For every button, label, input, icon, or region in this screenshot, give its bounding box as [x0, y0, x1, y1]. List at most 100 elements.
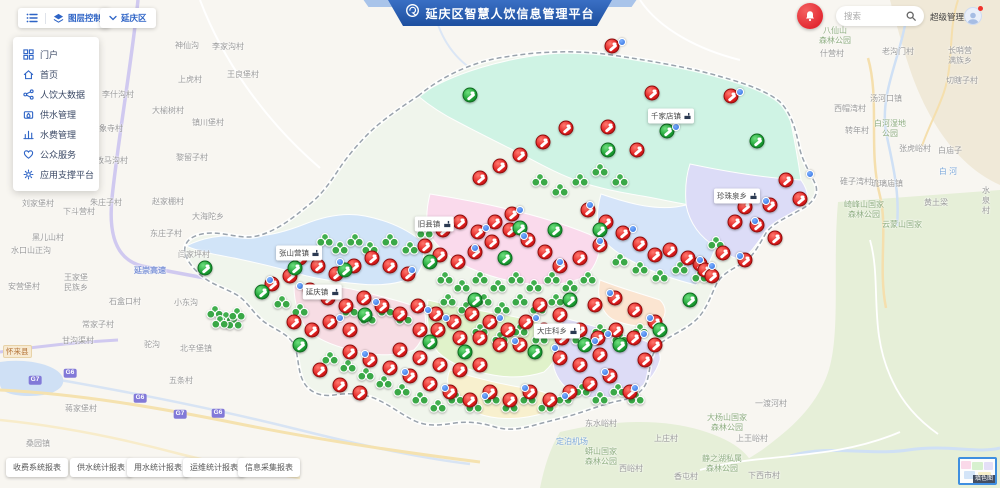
well-marker-red[interactable] [593, 348, 608, 363]
town-label[interactable]: 千家店镇 [648, 109, 694, 124]
well-marker-red[interactable] [538, 245, 553, 260]
device-marker-blue[interactable] [520, 232, 528, 240]
alarm-button[interactable] [797, 3, 823, 29]
well-marker-red[interactable] [638, 353, 653, 368]
village-cluster-marker[interactable] [429, 398, 447, 414]
device-marker-blue[interactable] [736, 252, 744, 260]
village-cluster-marker[interactable] [579, 270, 597, 286]
well-marker-red[interactable] [333, 378, 348, 393]
sidebar-item-5[interactable]: 公众服务 [13, 144, 99, 164]
device-marker-blue[interactable] [424, 306, 432, 314]
device-marker-blue[interactable] [606, 289, 614, 297]
well-marker-red[interactable] [681, 251, 696, 266]
well-marker-red[interactable] [383, 259, 398, 274]
well-marker-red[interactable] [287, 315, 302, 330]
well-marker-red[interactable] [648, 338, 663, 353]
device-marker-blue[interactable] [481, 392, 489, 400]
device-marker-blue[interactable] [471, 244, 479, 252]
sidebar-item-2[interactable]: 人饮大数据 [13, 84, 99, 104]
village-cluster-marker[interactable] [591, 390, 609, 406]
well-marker-red[interactable] [716, 246, 731, 261]
report-button-0[interactable]: 收费系统报表 [6, 458, 68, 477]
well-marker-red[interactable] [353, 386, 368, 401]
well-marker-red[interactable] [648, 248, 663, 263]
well-marker-red[interactable] [463, 393, 478, 408]
well-marker-red[interactable] [583, 377, 598, 392]
town-label[interactable]: 张山营镇 [276, 246, 322, 261]
well-marker-red[interactable] [393, 307, 408, 322]
well-marker-red[interactable] [305, 323, 320, 338]
device-marker-blue[interactable] [408, 266, 416, 274]
well-marker-red[interactable] [645, 86, 660, 101]
report-button-1[interactable]: 供水统计报表 [70, 458, 132, 477]
device-marker-blue[interactable] [596, 237, 604, 245]
device-marker-blue[interactable] [372, 298, 380, 306]
device-marker-blue[interactable] [672, 123, 680, 131]
well-marker-green[interactable] [293, 338, 308, 353]
well-marker-green[interactable] [750, 134, 765, 149]
well-marker-red[interactable] [433, 358, 448, 373]
well-marker-red[interactable] [553, 308, 568, 323]
well-marker-red[interactable] [465, 307, 480, 322]
well-marker-red[interactable] [559, 121, 574, 136]
well-marker-red[interactable] [473, 171, 488, 186]
device-marker-blue[interactable] [618, 38, 626, 46]
device-marker-blue[interactable] [482, 224, 490, 232]
device-marker-blue[interactable] [629, 225, 637, 233]
device-marker-blue[interactable] [521, 384, 529, 392]
well-marker-green[interactable] [358, 308, 373, 323]
village-cluster-marker[interactable] [531, 172, 549, 188]
well-marker-red[interactable] [630, 143, 645, 158]
well-marker-red[interactable] [343, 345, 358, 360]
well-marker-red[interactable] [343, 323, 358, 338]
device-marker-blue[interactable] [336, 314, 344, 322]
well-marker-red[interactable] [536, 135, 551, 150]
well-marker-red[interactable] [503, 393, 518, 408]
well-marker-red[interactable] [313, 363, 328, 378]
well-marker-red[interactable] [573, 358, 588, 373]
well-marker-green[interactable] [563, 293, 578, 308]
village-cluster-marker[interactable] [393, 382, 411, 398]
village-cluster-marker[interactable] [375, 374, 393, 390]
village-cluster-marker[interactable] [471, 270, 489, 286]
district-selector[interactable]: 延庆区 [100, 8, 156, 28]
sidebar-item-0[interactable]: 门户 [13, 44, 99, 64]
well-marker-red[interactable] [418, 239, 433, 254]
well-marker-red[interactable] [423, 377, 438, 392]
well-marker-red[interactable] [365, 251, 380, 266]
village-cluster-marker[interactable] [511, 292, 529, 308]
device-marker-blue[interactable] [511, 337, 519, 345]
well-marker-green[interactable] [255, 285, 270, 300]
minimap-toggle[interactable]: 填色图 [958, 457, 997, 485]
village-cluster-marker[interactable] [651, 268, 669, 284]
village-cluster-marker[interactable] [611, 252, 629, 268]
device-marker-blue[interactable] [336, 258, 344, 266]
well-marker-red[interactable] [453, 363, 468, 378]
sidebar-item-1[interactable]: 首页 [13, 64, 99, 84]
well-marker-red[interactable] [453, 331, 468, 346]
legend-list-icon[interactable] [26, 12, 38, 24]
well-marker-red[interactable] [383, 361, 398, 376]
town-label[interactable]: 珍珠泉乡 [714, 189, 760, 204]
village-cluster-marker[interactable] [273, 294, 291, 310]
well-marker-red[interactable] [633, 237, 648, 252]
well-marker-red[interactable] [357, 291, 372, 306]
well-marker-red[interactable] [493, 338, 508, 353]
well-marker-red[interactable] [533, 298, 548, 313]
well-marker-red[interactable] [501, 323, 516, 338]
well-marker-red[interactable] [588, 298, 603, 313]
village-cluster-marker[interactable] [339, 358, 357, 374]
well-marker-red[interactable] [779, 173, 794, 188]
well-marker-red[interactable] [628, 303, 643, 318]
village-cluster-marker[interactable] [591, 162, 609, 178]
village-cluster-marker[interactable] [211, 314, 229, 330]
device-marker-blue[interactable] [696, 256, 704, 264]
well-marker-green[interactable] [653, 323, 668, 338]
well-marker-red[interactable] [728, 215, 743, 230]
well-marker-red[interactable] [393, 343, 408, 358]
well-marker-red[interactable] [453, 215, 468, 230]
device-marker-blue[interactable] [762, 197, 770, 205]
device-marker-blue[interactable] [516, 206, 524, 214]
well-marker-red[interactable] [493, 159, 508, 174]
well-marker-red[interactable] [311, 259, 326, 274]
